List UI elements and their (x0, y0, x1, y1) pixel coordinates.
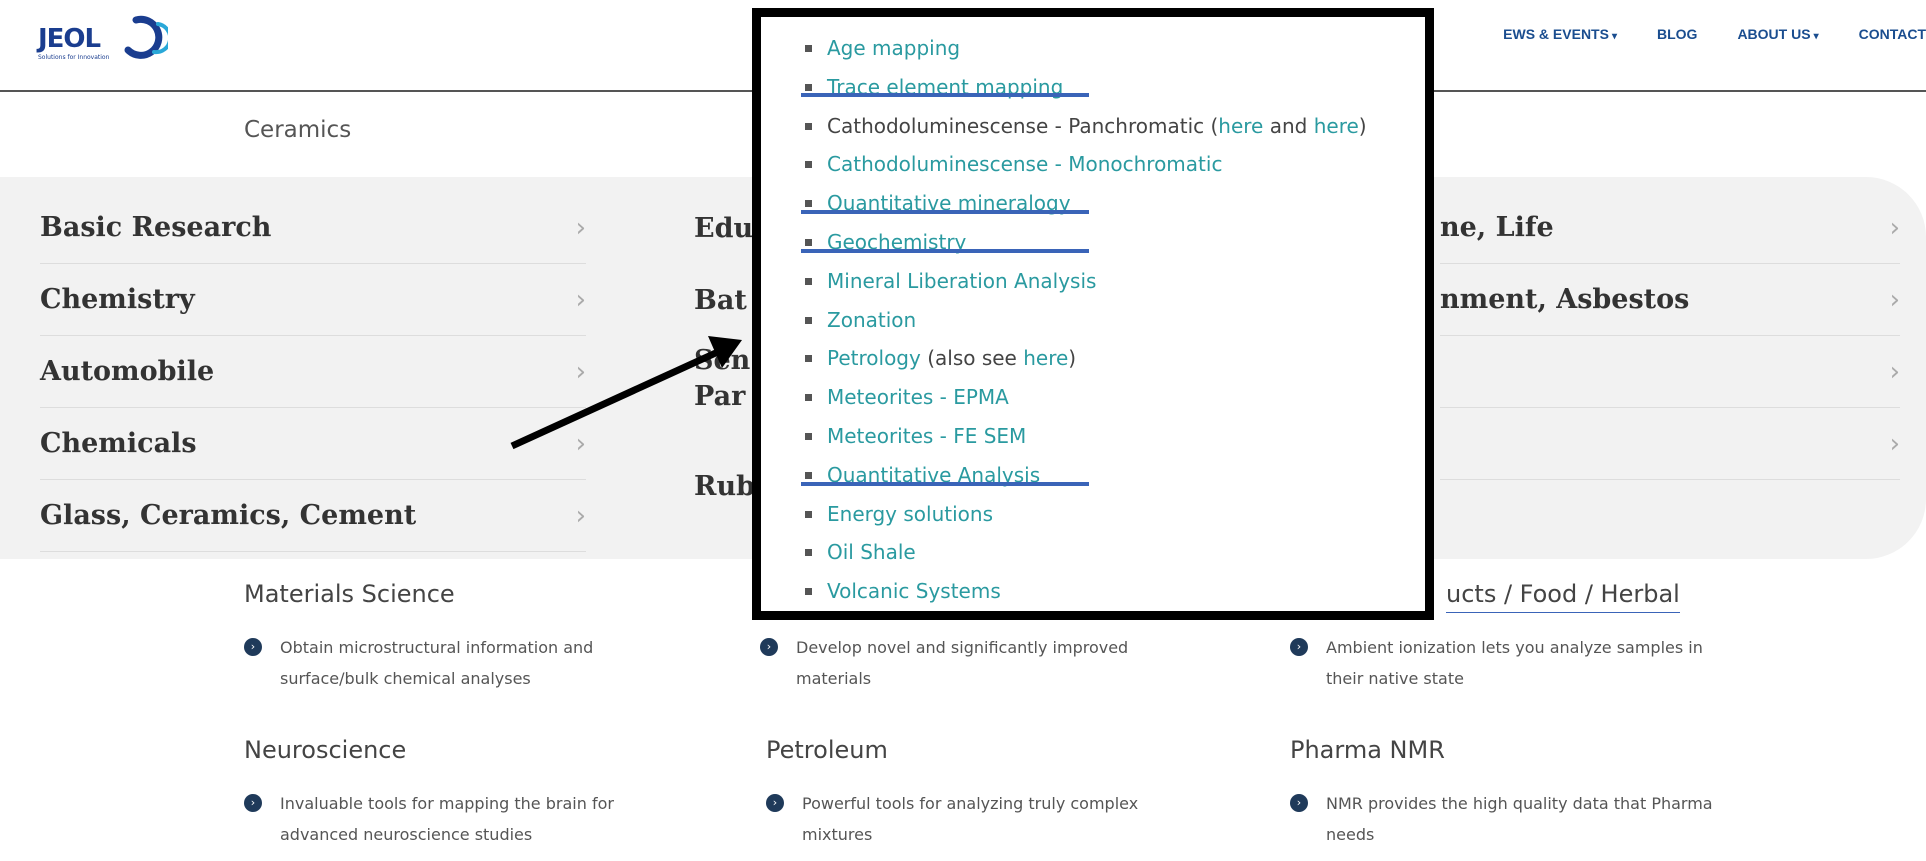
application-list-item: Volcanic Systems (801, 572, 1367, 611)
bullet-square-icon (805, 161, 812, 169)
highlight-underline (801, 93, 1089, 97)
section-label: Ceramics (244, 117, 352, 143)
bullet-square-icon (805, 588, 812, 596)
bullet-square-icon (805, 45, 812, 52)
application-list-item: Quantitative mineralogy (801, 184, 1367, 223)
application-link[interactable]: Volcanic Systems (827, 579, 1001, 603)
chevron-right-icon: › (1889, 356, 1900, 387)
chevron-right-icon: › (1889, 284, 1900, 315)
chevron-right-icon: › (575, 428, 586, 459)
application-text: ) (1068, 346, 1077, 371)
nav-blog[interactable]: BLOG (1657, 26, 1697, 42)
chevron-circle-icon: › (1290, 794, 1308, 812)
bullet-square-icon (805, 316, 812, 324)
application-text: (also see (920, 346, 1024, 371)
bullet-square-icon (805, 200, 812, 208)
chevron-circle-icon: › (766, 794, 784, 812)
category-chemistry[interactable]: Chemistry › (40, 264, 586, 336)
application-link[interactable]: here (1023, 346, 1068, 370)
application-list-item: Energy solutions (801, 495, 1367, 534)
info-title-petroleum[interactable]: Petroleum (766, 736, 888, 764)
info-desc-materials: › Develop novel and significantly improve… (760, 632, 1200, 694)
bullet-square-icon (805, 549, 812, 557)
application-list-item: Trace element mapping (801, 68, 1367, 107)
nav-about-us[interactable]: ABOUT US ▾ (1737, 26, 1818, 42)
application-list: Age mapping Trace element mapping Cathodol… (801, 29, 1367, 611)
application-list-item: Oil Shale (801, 533, 1367, 572)
info-desc-petroleum: › Powerful tools for analyzing truly comp… (766, 788, 1206, 850)
chevron-right-icon: › (575, 212, 586, 243)
application-list-item: Quantitative Analysis (801, 456, 1367, 495)
bullet-square-icon (805, 238, 812, 246)
info-title-natural-products[interactable]: ucts / Food / Herbal (1446, 580, 1680, 613)
bullet-square-icon (805, 355, 812, 363)
category-chemicals[interactable]: Chemicals › (40, 408, 586, 480)
application-link[interactable]: Age mapping (827, 36, 960, 60)
jeol-logo[interactable]: JEOL Solutions for Innovation (38, 12, 173, 62)
application-link[interactable]: Zonation (827, 308, 916, 332)
application-list-item: Cathodoluminescense - Monochromatic (801, 145, 1367, 184)
application-link[interactable]: Cathodoluminescense - Monochromatic (827, 152, 1222, 176)
application-list-item: Zonation (801, 301, 1367, 340)
application-list-item: Cathodoluminescense - Panchromatic (here… (801, 107, 1367, 146)
chevron-right-icon: › (1889, 428, 1900, 459)
category-basic-research[interactable]: Basic Research › (40, 192, 586, 264)
application-link[interactable]: Meteorites - EPMA (827, 385, 1009, 409)
nav-contact[interactable]: CONTACT (1859, 26, 1926, 42)
application-list-item: Age mapping (801, 29, 1367, 68)
category-environment-asbestos[interactable]: nment, Asbestos › (1440, 264, 1900, 336)
info-desc-materials-science: › Obtain microstructural information and … (244, 632, 684, 694)
application-list-item: Mineral Liberation Analysis (801, 262, 1367, 301)
application-list-item: Petrology (also see here) (801, 339, 1367, 378)
chevron-circle-icon: › (760, 638, 778, 656)
application-list-item: Meteorites - FE SEM (801, 417, 1367, 456)
application-link[interactable]: Meteorites - FE SEM (827, 424, 1026, 448)
logo-text: JEOL (38, 24, 101, 54)
application-link[interactable]: here (1314, 114, 1359, 138)
application-link[interactable]: Petrology (827, 346, 921, 370)
application-list-overlay: Age mapping Trace element mapping Cathodol… (752, 8, 1434, 620)
info-title-pharma-nmr[interactable]: Pharma NMR (1290, 736, 1445, 764)
application-text: ) (1358, 113, 1367, 138)
info-desc-natural-products: › Ambient ionization lets you analyze sam… (1290, 632, 1730, 694)
application-text: and (1263, 113, 1314, 138)
application-link[interactable]: Energy solutions (827, 502, 993, 526)
chevron-circle-icon: › (244, 638, 262, 656)
chevron-circle-icon: › (244, 794, 262, 812)
bullet-square-icon (805, 432, 812, 440)
category-life-science[interactable]: ne, Life › (1440, 192, 1900, 264)
top-nav: EWS & EVENTS ▾ BLOG ABOUT US ▾ CONTACT (1503, 26, 1926, 42)
bullet-square-icon (805, 277, 812, 285)
highlight-underline (801, 249, 1089, 253)
chevron-right-icon: › (575, 500, 586, 531)
bullet-square-icon (805, 83, 812, 91)
logo-tagline: Solutions for Innovation (38, 54, 110, 61)
chevron-right-icon: › (575, 284, 586, 315)
application-link[interactable]: Mineral Liberation Analysis (827, 269, 1096, 293)
application-list-item: Meteorites - EPMA (801, 378, 1367, 417)
info-desc-pharma-nmr: › NMR provides the high quality data that… (1290, 788, 1730, 850)
application-link[interactable]: here (1218, 114, 1263, 138)
info-title-materials-science[interactable]: Materials Science (244, 580, 455, 608)
highlight-underline (801, 482, 1089, 486)
nav-news-events[interactable]: EWS & EVENTS ▾ (1503, 26, 1617, 42)
category-item[interactable]: › (1440, 336, 1900, 408)
bullet-square-icon (805, 510, 812, 518)
bullet-square-icon (805, 394, 812, 402)
category-glass-ceramics-cement[interactable]: Glass, Ceramics, Cement › (40, 480, 586, 552)
category-automobile[interactable]: Automobile › (40, 336, 586, 408)
category-item[interactable]: › (1440, 408, 1900, 480)
chevron-right-icon: › (1889, 212, 1900, 243)
info-desc-neuroscience: › Invaluable tools for mapping the brain … (244, 788, 684, 850)
application-list-item: Geochemistry (801, 223, 1367, 262)
bullet-square-icon (805, 122, 812, 130)
chevron-right-icon: › (575, 356, 586, 387)
bullet-square-icon (805, 471, 812, 479)
application-text: Cathodoluminescense - Panchromatic ( (827, 113, 1219, 138)
application-link[interactable]: Oil Shale (827, 540, 916, 564)
highlight-underline (801, 210, 1089, 214)
logo-swoosh-icon (124, 15, 168, 59)
chevron-circle-icon: › (1290, 638, 1308, 656)
info-title-neuroscience[interactable]: Neuroscience (244, 736, 406, 764)
